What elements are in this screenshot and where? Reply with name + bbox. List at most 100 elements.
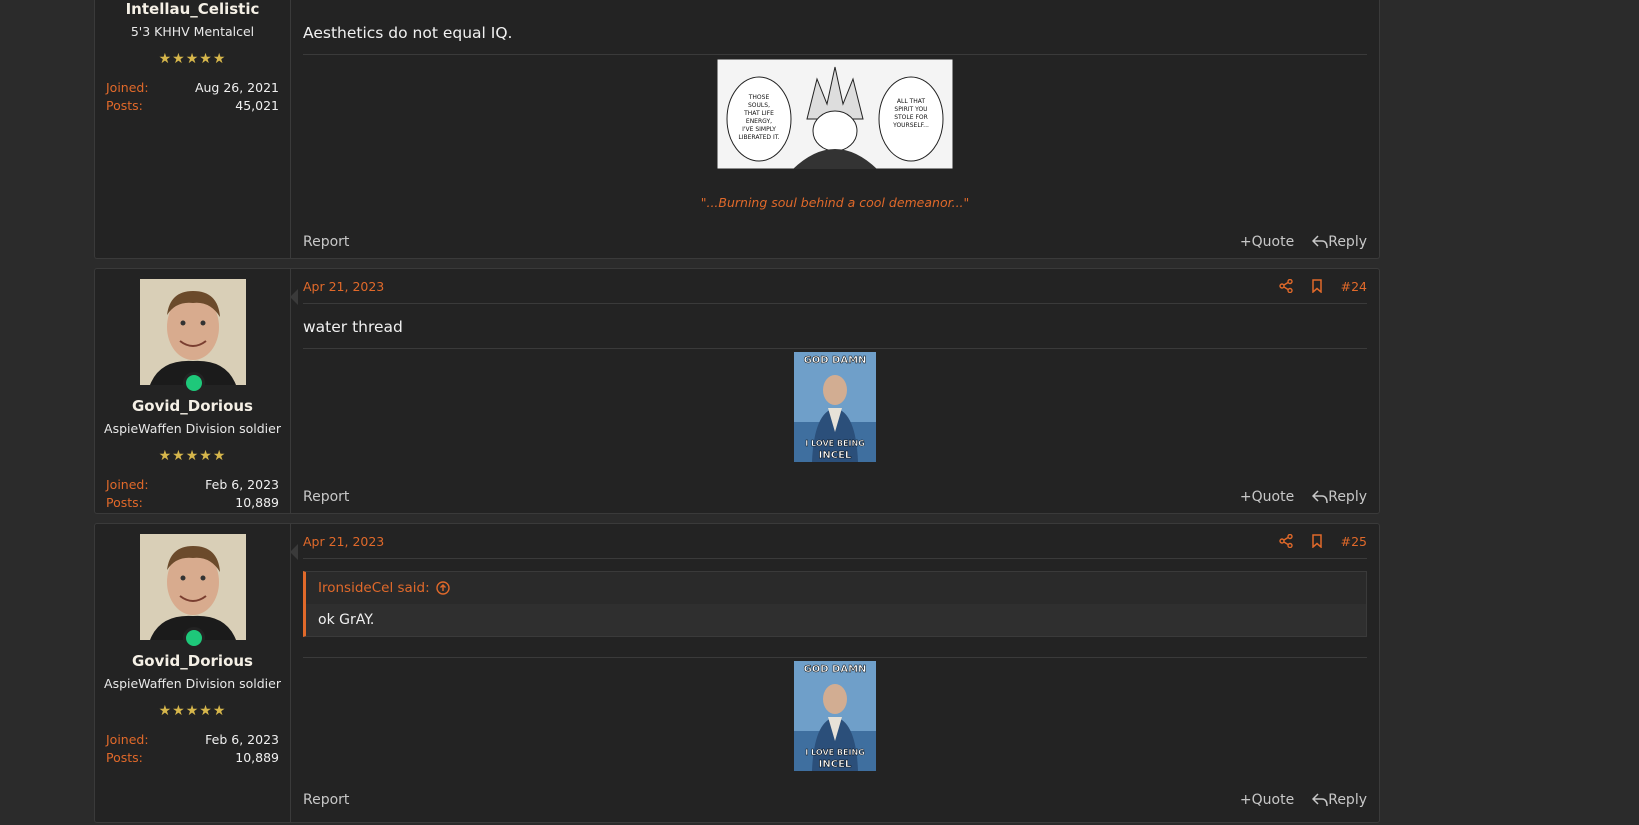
divider bbox=[303, 348, 1367, 349]
username-link[interactable]: Govid_Dorious bbox=[95, 397, 290, 415]
post-date-link[interactable]: Apr 21, 2023 bbox=[303, 534, 384, 549]
share-icon[interactable] bbox=[1278, 279, 1293, 293]
posts-value: 45,021 bbox=[235, 98, 279, 113]
quote-button[interactable]: +Quote bbox=[1240, 489, 1294, 505]
joined-row: Joined: Aug 26, 2021 bbox=[106, 79, 279, 97]
quote-header[interactable]: IronsideCel said: bbox=[306, 572, 1366, 604]
joined-label: Joined: bbox=[106, 477, 149, 492]
quote-text: ok GrAY. bbox=[306, 604, 1366, 636]
posts-row: Posts: 45,021 bbox=[106, 97, 279, 115]
posts-row: Posts: 10,889 bbox=[106, 494, 279, 512]
joined-row: Joined: Feb 6, 2023 bbox=[106, 731, 279, 749]
user-info-pane: Govid_Dorious AspieWaffen Division soldi… bbox=[95, 269, 291, 513]
manga-panel-image[interactable]: THOSE SOULS, THAT LIFE ENERGY, I'VE SIMP… bbox=[717, 59, 953, 169]
user-title: AspieWaffen Division soldier bbox=[104, 421, 281, 436]
post-body-text: water thread bbox=[303, 318, 403, 336]
online-status-indicator bbox=[182, 627, 205, 649]
reply-icon bbox=[1312, 235, 1328, 249]
post-date-link[interactable]: Apr 21, 2023 bbox=[303, 279, 384, 294]
meme-mid-text: I LOVE BEING bbox=[805, 748, 864, 757]
svg-text:LIBERATED IT.: LIBERATED IT. bbox=[738, 134, 779, 141]
reply-label: Reply bbox=[1328, 792, 1367, 808]
user-title: 5'3 KHHV Mentalcel bbox=[130, 24, 255, 39]
rating-stars: ★★★★★ bbox=[158, 448, 227, 464]
online-status-indicator bbox=[182, 372, 205, 394]
report-link[interactable]: Report bbox=[303, 234, 349, 250]
posts-row: Posts: 10,889 bbox=[106, 749, 279, 767]
share-icon[interactable] bbox=[1278, 534, 1293, 548]
username-link[interactable]: Intellau_Celistic bbox=[95, 0, 290, 18]
plus-icon: + bbox=[1239, 489, 1252, 505]
svg-text:THAT LIFE: THAT LIFE bbox=[743, 110, 774, 117]
posts-value: 10,889 bbox=[235, 495, 279, 510]
joined-value: Feb 6, 2023 bbox=[205, 477, 279, 492]
divider bbox=[303, 657, 1367, 658]
avatar-image bbox=[139, 534, 246, 640]
posts-label: Posts: bbox=[106, 750, 143, 765]
reply-icon bbox=[1312, 793, 1328, 807]
post-content: Aesthetics do not equal IQ. THOSE SOULS,… bbox=[291, 0, 1379, 258]
quote-label: Quote bbox=[1251, 234, 1295, 250]
quote-label: Quote bbox=[1251, 489, 1295, 505]
svg-text:I'VE SIMPLY: I'VE SIMPLY bbox=[742, 126, 776, 133]
user-info-pane: Intellau_Celistic 5'3 KHHV Mentalcel ★★★… bbox=[95, 0, 291, 258]
reply-label: Reply bbox=[1328, 489, 1367, 505]
reply-icon bbox=[1312, 490, 1328, 504]
svg-text:THOSE: THOSE bbox=[748, 94, 770, 101]
post-footer: Report +Quote Reply bbox=[303, 234, 1367, 250]
posts-label: Posts: bbox=[106, 98, 143, 113]
report-link[interactable]: Report bbox=[303, 792, 349, 808]
quote-author[interactable]: IronsideCel said: bbox=[318, 580, 430, 596]
bookmark-icon[interactable] bbox=[1311, 279, 1323, 293]
quote-label: Quote bbox=[1251, 792, 1295, 808]
meme-bottom-text: INCEL bbox=[819, 450, 852, 461]
avatar-image bbox=[139, 279, 246, 385]
post-body-text: Aesthetics do not equal IQ. bbox=[303, 24, 513, 42]
svg-text:ENERGY,: ENERGY, bbox=[746, 118, 772, 125]
quote-button[interactable]: +Quote bbox=[1240, 792, 1294, 808]
signature: "...Burning soul behind a cool demeanor.… bbox=[700, 195, 970, 210]
divider bbox=[303, 54, 1367, 55]
reply-button[interactable]: Reply bbox=[1312, 792, 1367, 808]
post-24: Govid_Dorious AspieWaffen Division soldi… bbox=[94, 268, 1380, 514]
meme-image[interactable]: GOD DAMN I LOVE BEING INCEL bbox=[794, 352, 876, 462]
post-header: Apr 21, 2023 #24 bbox=[303, 269, 1367, 304]
joined-value: Feb 6, 2023 bbox=[205, 732, 279, 747]
svg-text:YOURSELF...: YOURSELF... bbox=[892, 122, 929, 129]
quote-button[interactable]: +Quote bbox=[1240, 234, 1294, 250]
meme-top-text: GOD DAMN bbox=[804, 355, 867, 366]
plus-icon: + bbox=[1239, 234, 1252, 250]
post-content: Apr 21, 2023 #25 IronsideCel said: ok Gr… bbox=[291, 524, 1379, 822]
report-link[interactable]: Report bbox=[303, 489, 349, 505]
plus-icon: + bbox=[1239, 792, 1252, 808]
svg-text:STOLE FOR: STOLE FOR bbox=[894, 114, 928, 121]
posts-value: 10,889 bbox=[235, 750, 279, 765]
reply-button[interactable]: Reply bbox=[1312, 489, 1367, 505]
svg-text:SOULS,: SOULS, bbox=[748, 102, 770, 109]
user-info-pane: Govid_Dorious AspieWaffen Division soldi… bbox=[95, 524, 291, 822]
avatar[interactable] bbox=[139, 279, 246, 394]
joined-label: Joined: bbox=[106, 80, 149, 95]
posts-label: Posts: bbox=[106, 495, 143, 510]
avatar[interactable] bbox=[139, 534, 246, 649]
post-25: Govid_Dorious AspieWaffen Division soldi… bbox=[94, 523, 1380, 823]
reply-button[interactable]: Reply bbox=[1312, 234, 1367, 250]
rating-stars: ★★★★★ bbox=[158, 51, 227, 67]
username-link[interactable]: Govid_Dorious bbox=[95, 652, 290, 670]
joined-row: Joined: Feb 6, 2023 bbox=[106, 476, 279, 494]
meme-bottom-text: INCEL bbox=[819, 759, 852, 770]
svg-text:SPIRIT YOU: SPIRIT YOU bbox=[894, 106, 927, 113]
svg-text:ALL THAT: ALL THAT bbox=[897, 98, 926, 105]
post-footer: Report +Quote Reply bbox=[303, 792, 1367, 808]
meme-top-text: GOD DAMN bbox=[804, 664, 867, 675]
go-to-quote-icon[interactable] bbox=[435, 581, 450, 595]
meme-mid-text: I LOVE BEING bbox=[805, 439, 864, 448]
post-number-link[interactable]: #25 bbox=[1341, 534, 1367, 549]
quote-block: IronsideCel said: ok GrAY. bbox=[303, 571, 1367, 637]
reply-label: Reply bbox=[1328, 234, 1367, 250]
user-title: AspieWaffen Division soldier bbox=[104, 676, 281, 691]
meme-image[interactable]: GOD DAMN I LOVE BEING INCEL bbox=[794, 661, 876, 771]
post-content: Apr 21, 2023 #24 water thread GOD DAMN I… bbox=[291, 269, 1379, 513]
post-number-link[interactable]: #24 bbox=[1341, 279, 1367, 294]
bookmark-icon[interactable] bbox=[1311, 534, 1323, 548]
